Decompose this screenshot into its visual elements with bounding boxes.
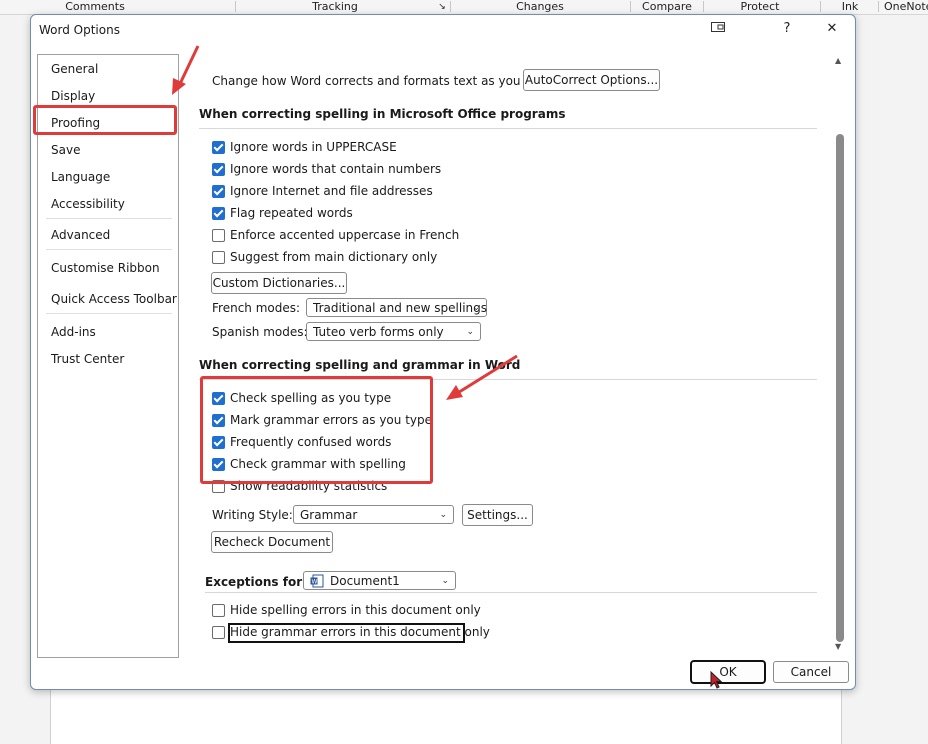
- annotation-arrows: [172, 45, 518, 400]
- arrow-to-proofing: [172, 45, 200, 95]
- arrow-to-grammar-options: [446, 354, 518, 400]
- mouse-cursor-icon: [710, 671, 722, 689]
